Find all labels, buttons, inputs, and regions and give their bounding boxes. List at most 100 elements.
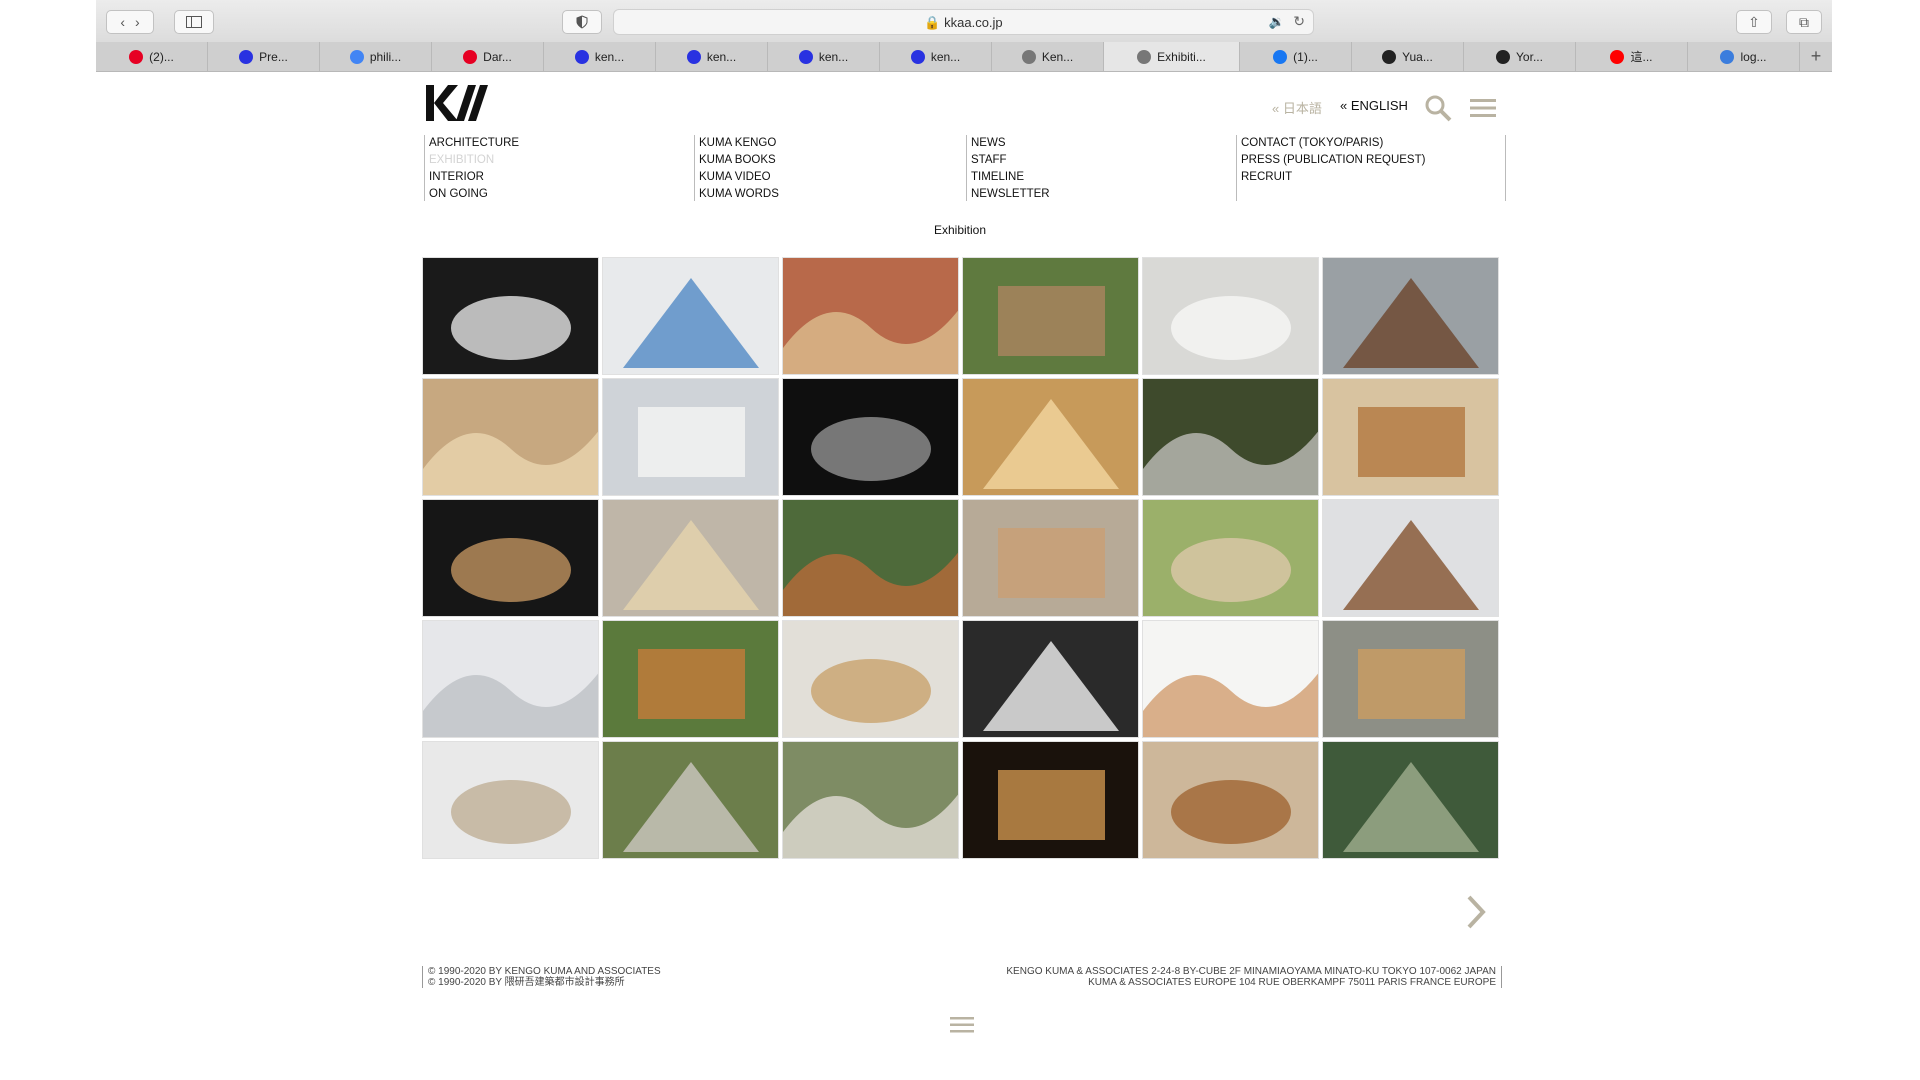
nav-link-kuma-video[interactable]: KUMA VIDEO (699, 169, 779, 186)
footer-menu-icon[interactable] (950, 1016, 974, 1034)
exhibition-photo (423, 258, 598, 374)
tab-label: phili... (369, 49, 402, 64)
browser-tab[interactable]: Exhibiti... (1104, 42, 1240, 71)
browser-tab[interactable]: Ken... (992, 42, 1104, 71)
nav-link-kuma-books[interactable]: KUMA BOOKS (699, 152, 779, 169)
browser-tab[interactable]: phili... (320, 42, 432, 71)
exhibition-thumbnail[interactable] (1322, 499, 1499, 617)
browser-tab[interactable]: ken... (880, 42, 992, 71)
exhibition-photo (603, 379, 778, 495)
nav-link-news[interactable]: NEWS (971, 135, 1050, 152)
exhibition-thumbnail[interactable] (1142, 499, 1319, 617)
exhibition-photo (1323, 258, 1498, 374)
sidebar-toggle-button[interactable] (174, 10, 214, 34)
exhibition-thumbnail[interactable] (1322, 257, 1499, 375)
tab-label: ken... (930, 49, 961, 64)
exhibition-photo (603, 621, 778, 737)
nav-link-press-publication-request[interactable]: PRESS (PUBLICATION REQUEST) (1241, 152, 1505, 169)
address-paris: KUMA & ASSOCIATES EUROPE 104 RUE OBERKAM… (1088, 977, 1496, 988)
copyright-jp: © 1990-2020 BY 隈研吾建築都市設計事務所 (428, 977, 625, 988)
nav-link-exhibition[interactable]: EXHIBITION (429, 152, 519, 169)
exhibition-thumbnail[interactable] (422, 378, 599, 496)
browser-tab[interactable]: (2)... (96, 42, 208, 71)
google-icon (349, 49, 364, 64)
exhibition-thumbnail[interactable] (1142, 378, 1319, 496)
browser-tab[interactable]: ken... (768, 42, 880, 71)
nav-link-recruit[interactable]: RECRUIT (1241, 169, 1505, 186)
nav-link-architecture[interactable]: ARCHITECTURE (429, 135, 519, 152)
language-english-link[interactable]: « ENGLISH (1340, 98, 1408, 113)
address-bar[interactable]: 🔒 kkaa.co.jp 🔉 ↻ (613, 9, 1314, 35)
exhibition-thumbnail[interactable] (602, 257, 779, 375)
forward-icon[interactable]: › (135, 14, 140, 30)
exhibition-thumbnail[interactable] (782, 620, 959, 738)
exhibition-thumbnail[interactable] (962, 741, 1139, 859)
url-text: kkaa.co.jp (944, 15, 1003, 30)
exhibition-thumbnail[interactable] (962, 257, 1139, 375)
exhibition-thumbnail[interactable] (962, 378, 1139, 496)
new-tab-icon[interactable]: + (1800, 42, 1832, 71)
exhibition-thumbnail[interactable] (782, 499, 959, 617)
exhibition-thumbnail[interactable] (962, 499, 1139, 617)
nav-link-interior[interactable]: INTERIOR (429, 169, 519, 186)
browser-tab[interactable]: ken... (544, 42, 656, 71)
exhibition-thumbnail[interactable] (962, 620, 1139, 738)
back-forward-buttons[interactable]: ‹ › (106, 10, 154, 34)
pinterest-icon (463, 49, 478, 64)
share-icon: ⇧ (1748, 13, 1760, 30)
exhibition-thumbnail[interactable] (1322, 378, 1499, 496)
next-page-arrow-icon[interactable] (1466, 895, 1486, 929)
search-icon[interactable] (1424, 94, 1452, 122)
share-button[interactable]: ⇧ (1736, 10, 1772, 34)
exhibition-thumbnail[interactable] (602, 741, 779, 859)
browser-tab[interactable]: Dar... (432, 42, 544, 71)
exhibition-thumbnail[interactable] (782, 741, 959, 859)
language-japanese-link[interactable]: « 日本語 (1272, 98, 1322, 117)
browser-tab[interactable]: log... (1688, 42, 1800, 71)
nav-link-kuma-kengo[interactable]: KUMA KENGO (699, 135, 779, 152)
browser-tab[interactable]: ken... (656, 42, 768, 71)
exhibition-thumbnail[interactable] (1142, 620, 1319, 738)
exhibition-photo (783, 621, 958, 737)
nav-link-timeline[interactable]: TIMELINE (971, 169, 1050, 186)
exhibition-thumbnail[interactable] (1322, 620, 1499, 738)
exhibition-thumbnail[interactable] (422, 620, 599, 738)
nav-link-contact-tokyo-paris[interactable]: CONTACT (TOKYO/PARIS) (1241, 135, 1505, 152)
exhibition-thumbnail[interactable] (422, 257, 599, 375)
tab-overview-button[interactable]: ⧉ (1786, 10, 1822, 34)
nav-link-newsletter[interactable]: NEWSLETTER (971, 186, 1050, 203)
browser-tab[interactable]: Yor... (1464, 42, 1576, 71)
cloud-icon (1720, 49, 1735, 64)
audio-icon[interactable]: 🔉 (1269, 14, 1285, 30)
exhibition-thumbnail[interactable] (602, 378, 779, 496)
exhibition-thumbnail[interactable] (782, 378, 959, 496)
exhibition-thumbnail[interactable] (422, 499, 599, 617)
exhibition-photo (603, 258, 778, 374)
exhibition-thumbnail[interactable] (602, 499, 779, 617)
tab-label: (1)... (1293, 49, 1318, 64)
exhibition-photo (423, 742, 598, 858)
back-icon[interactable]: ‹ (120, 14, 125, 30)
browser-tab[interactable]: (1)... (1240, 42, 1352, 71)
exhibition-photo (963, 379, 1138, 495)
exhibition-thumbnail[interactable] (602, 620, 779, 738)
exhibition-thumbnail[interactable] (1322, 741, 1499, 859)
tab-label: Yor... (1516, 49, 1543, 64)
nav-link-staff[interactable]: STAFF (971, 152, 1050, 169)
kkaa-logo[interactable] (426, 85, 488, 121)
exhibition-thumbnail[interactable] (782, 257, 959, 375)
kkaa-icon (1137, 49, 1152, 64)
browser-tab[interactable]: Yua... (1352, 42, 1464, 71)
browser-tab[interactable]: Pre... (208, 42, 320, 71)
reload-icon[interactable]: ↻ (1293, 13, 1305, 30)
exhibition-photo (1323, 500, 1498, 616)
exhibition-thumbnail[interactable] (1142, 741, 1319, 859)
privacy-report-button[interactable] (562, 10, 602, 34)
exhibition-thumbnail[interactable] (1142, 257, 1319, 375)
nav-link-on-going[interactable]: ON GOING (429, 186, 519, 203)
hamburger-menu-icon[interactable] (1470, 98, 1496, 118)
nav-link-kuma-words[interactable]: KUMA WORDS (699, 186, 779, 203)
exhibition-thumbnail[interactable] (422, 741, 599, 859)
browser-tab[interactable]: 這... (1576, 42, 1688, 71)
exhibition-photo (1143, 379, 1318, 495)
